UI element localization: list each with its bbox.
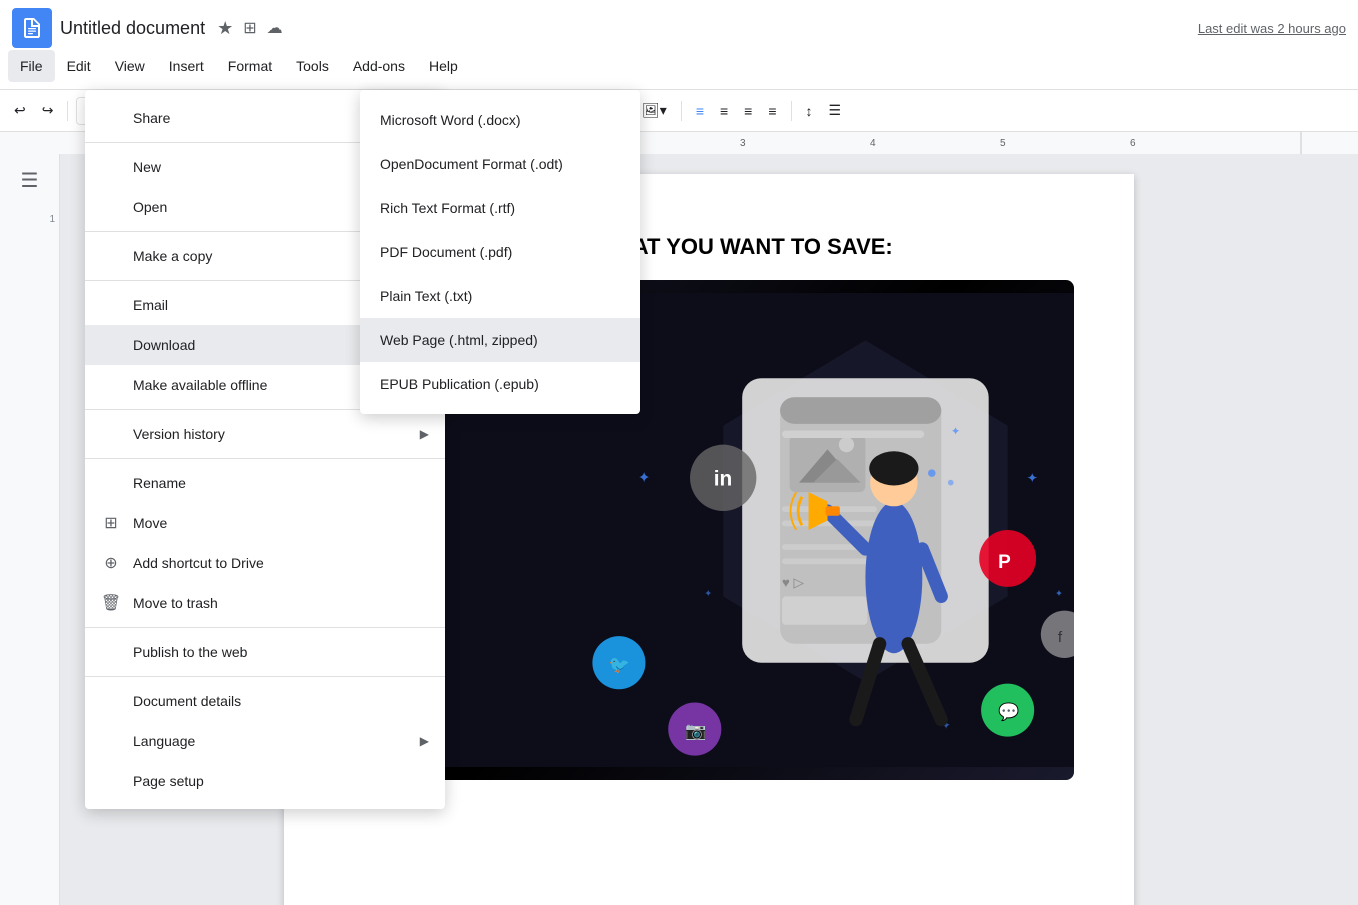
- file-menu-doc-details[interactable]: Document details: [85, 681, 445, 721]
- redo-button[interactable]: ↪: [36, 98, 60, 123]
- google-docs-icon: [12, 8, 52, 48]
- download-label: Download: [133, 337, 195, 353]
- svg-text:✦: ✦: [951, 426, 961, 438]
- align-justify-button[interactable]: ≡: [762, 99, 782, 123]
- download-odt-label: OpenDocument Format (.odt): [380, 156, 563, 172]
- download-pdf[interactable]: PDF Document (.pdf): [360, 230, 640, 274]
- file-menu-rename[interactable]: Rename: [85, 463, 445, 503]
- svg-text:in: in: [714, 467, 733, 490]
- toolbar-separator-1: [67, 101, 68, 121]
- star-icon[interactable]: ★: [217, 18, 233, 39]
- open-label: Open: [133, 199, 167, 215]
- trash-icon: 🗑: [101, 593, 121, 613]
- new-label: New: [133, 159, 161, 175]
- download-html[interactable]: Web Page (.html, zipped): [360, 318, 640, 362]
- file-menu-page-setup[interactable]: Page setup: [85, 761, 445, 801]
- publish-label: Publish to the web: [133, 644, 247, 660]
- move-label: Move: [133, 515, 167, 531]
- download-docx-label: Microsoft Word (.docx): [380, 112, 521, 128]
- menu-insert[interactable]: Insert: [157, 50, 216, 82]
- download-txt-label: Plain Text (.txt): [380, 288, 472, 304]
- svg-text:6: 6: [1130, 138, 1136, 149]
- download-odt[interactable]: OpenDocument Format (.odt): [360, 142, 640, 186]
- left-sidebar: ☰ 1: [0, 154, 60, 905]
- menu-file[interactable]: File: [8, 50, 55, 82]
- page-number-1: 1: [49, 214, 59, 225]
- share-label: Share: [133, 110, 170, 126]
- svg-text:5: 5: [1000, 138, 1006, 149]
- download-epub[interactable]: EPUB Publication (.epub): [360, 362, 640, 406]
- svg-text:♥ ▷: ♥ ▷: [782, 575, 804, 590]
- title-icons: ★ ⊞ ☁: [217, 18, 283, 39]
- menu-addons[interactable]: Add-ons: [341, 50, 417, 82]
- add-shortcut-label: Add shortcut to Drive: [133, 555, 264, 571]
- svg-text:💬: 💬: [998, 702, 1019, 722]
- cloud-icon[interactable]: ☁: [267, 18, 283, 38]
- file-menu-trash[interactable]: 🗑 Move to trash: [85, 583, 445, 623]
- svg-text:✦: ✦: [1027, 471, 1038, 486]
- file-menu-add-shortcut[interactable]: ⊕ Add shortcut to Drive: [85, 543, 445, 583]
- align-center-button[interactable]: ≡: [714, 99, 734, 123]
- list-options-button[interactable]: ☰: [823, 98, 848, 123]
- svg-text:4: 4: [870, 138, 876, 149]
- doc-details-label: Document details: [133, 693, 241, 709]
- svg-text:P: P: [998, 552, 1011, 573]
- download-rtf[interactable]: Rich Text Format (.rtf): [360, 186, 640, 230]
- svg-text:🐦: 🐦: [609, 655, 630, 674]
- folder-icon[interactable]: ⊞: [243, 18, 256, 38]
- move-folder-icon: ⊞: [101, 513, 121, 533]
- svg-text:✦: ✦: [704, 588, 712, 599]
- document-title: Untitled document: [60, 18, 205, 39]
- add-shortcut-icon: ⊕: [101, 553, 121, 573]
- last-edit-label: Last edit was 2 hours ago: [1198, 21, 1346, 36]
- file-menu-sep-7: [85, 676, 445, 677]
- menu-bar: File Edit View Insert Format Tools Add-o…: [0, 48, 1358, 84]
- file-menu-version[interactable]: Version history ▶: [85, 414, 445, 454]
- svg-text:✦: ✦: [1055, 588, 1063, 599]
- menu-view[interactable]: View: [103, 50, 157, 82]
- title-row: Untitled document ★ ⊞ ☁ Last edit was 2 …: [0, 8, 1358, 48]
- file-menu-sep-5: [85, 458, 445, 459]
- line-spacing-button[interactable]: ↕: [800, 99, 819, 123]
- file-menu-publish[interactable]: Publish to the web: [85, 632, 445, 672]
- rename-label: Rename: [133, 475, 186, 491]
- offline-label: Make available offline: [133, 377, 267, 393]
- page-setup-label: Page setup: [133, 773, 204, 789]
- menu-edit[interactable]: Edit: [55, 50, 103, 82]
- toolbar-separator-7: [791, 101, 792, 121]
- download-submenu: Microsoft Word (.docx) OpenDocument Form…: [360, 90, 640, 414]
- email-label: Email: [133, 297, 168, 313]
- version-label: Version history: [133, 426, 225, 442]
- menu-tools[interactable]: Tools: [284, 50, 341, 82]
- download-epub-label: EPUB Publication (.epub): [380, 376, 539, 392]
- insert-image-button[interactable]: 🖼▾: [636, 98, 673, 123]
- download-docx[interactable]: Microsoft Word (.docx): [360, 98, 640, 142]
- download-pdf-label: PDF Document (.pdf): [380, 244, 512, 260]
- topbar: Untitled document ★ ⊞ ☁ Last edit was 2 …: [0, 0, 1358, 90]
- file-menu-move[interactable]: ⊞ Move: [85, 503, 445, 543]
- undo-button[interactable]: ↩: [8, 98, 32, 123]
- svg-text:📷: 📷: [685, 722, 706, 741]
- trash-label: Move to trash: [133, 595, 218, 611]
- copy-label: Make a copy: [133, 248, 212, 264]
- download-html-label: Web Page (.html, zipped): [380, 332, 538, 348]
- menu-format[interactable]: Format: [216, 50, 284, 82]
- download-rtf-label: Rich Text Format (.rtf): [380, 200, 515, 216]
- outline-icon[interactable]: ☰: [12, 162, 48, 198]
- svg-text:3: 3: [740, 138, 746, 149]
- language-arrow: ▶: [420, 734, 429, 748]
- menu-help[interactable]: Help: [417, 50, 470, 82]
- download-txt[interactable]: Plain Text (.txt): [360, 274, 640, 318]
- align-right-button[interactable]: ≡: [738, 99, 758, 123]
- version-arrow: ▶: [420, 427, 429, 441]
- file-menu-sep-6: [85, 627, 445, 628]
- toolbar-separator-6: [681, 101, 682, 121]
- align-left-button[interactable]: ≡: [690, 99, 710, 123]
- svg-text:✦: ✦: [638, 470, 651, 487]
- file-menu-language[interactable]: Language ▶: [85, 721, 445, 761]
- language-label: Language: [133, 733, 195, 749]
